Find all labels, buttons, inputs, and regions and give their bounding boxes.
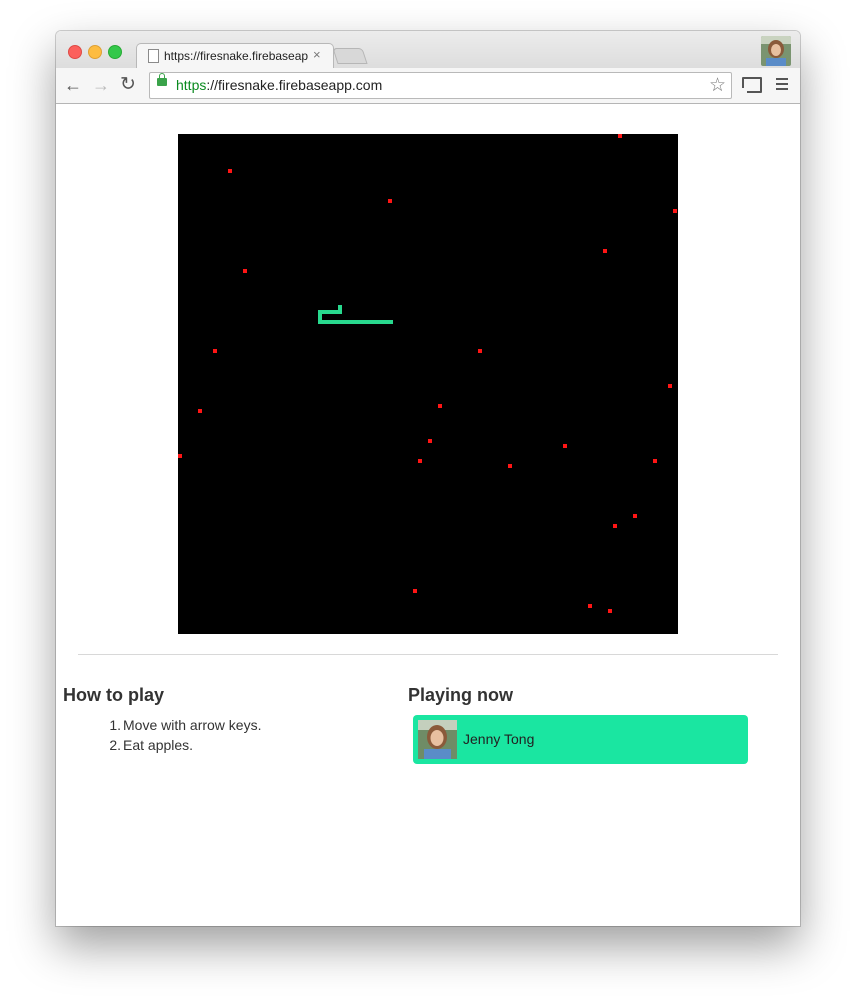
- page-content: How to play 1. Move with arrow keys. 2. …: [56, 104, 800, 926]
- profile-avatar[interactable]: [761, 36, 791, 66]
- url-host: ://firesnake.firebaseapp.com: [206, 77, 383, 93]
- instruction-number: 1.: [109, 717, 121, 733]
- apple: [243, 269, 247, 273]
- player-name: Jenny Tong: [463, 731, 535, 747]
- instructions-list: 1. Move with arrow keys. 2. Eat apples.: [109, 717, 262, 757]
- player-card: Jenny Tong: [413, 715, 748, 764]
- apple: [618, 134, 622, 138]
- instruction-item: 1. Move with arrow keys.: [109, 717, 262, 737]
- snake-body: [318, 320, 393, 324]
- how-to-play-heading: How to play: [63, 685, 165, 705]
- bookmark-star-icon[interactable]: ☆: [709, 74, 726, 97]
- playing-now-heading: Playing now: [408, 685, 514, 705]
- apple: [608, 609, 612, 613]
- forward-arrow-icon[interactable]: →: [92, 75, 110, 95]
- window-close-button[interactable]: [68, 45, 82, 59]
- page-icon: [148, 49, 159, 63]
- apple: [438, 404, 442, 408]
- address-bar[interactable]: https://firesnake.firebaseapp.com ☆: [149, 72, 732, 99]
- url-scheme: https: [176, 77, 207, 93]
- lock-icon: [157, 73, 167, 86]
- tab-title: https://firesnake.firebaseap: [164, 49, 309, 63]
- apple: [213, 349, 217, 353]
- menu-icon[interactable]: [776, 78, 788, 93]
- instruction-text: Eat apples.: [123, 737, 194, 753]
- url-text[interactable]: https://firesnake.firebaseapp.com: [176, 77, 382, 93]
- player-avatar: [418, 720, 457, 759]
- game-board[interactable]: [178, 134, 678, 634]
- apple: [418, 459, 422, 463]
- title-bar: https://firesnake.firebaseap ×: [56, 31, 800, 69]
- tab-close-icon[interactable]: ×: [313, 47, 321, 62]
- reload-icon[interactable]: ↻: [120, 75, 136, 95]
- snake-head: [338, 305, 342, 313]
- instruction-number: 2.: [109, 737, 121, 753]
- browser-toolbar: ← → ↻ https://firesnake.firebaseapp.com …: [56, 68, 800, 104]
- apple: [563, 444, 567, 448]
- apple: [388, 199, 392, 203]
- apple: [673, 209, 677, 213]
- apple: [413, 589, 417, 593]
- instruction-text: Move with arrow keys.: [123, 717, 262, 733]
- window-minimize-button[interactable]: [88, 45, 102, 59]
- apple: [228, 169, 232, 173]
- cast-icon[interactable]: [741, 77, 762, 94]
- apple: [603, 249, 607, 253]
- browser-window: https://firesnake.firebaseap × ← → ↻ htt…: [56, 31, 800, 926]
- new-tab-button[interactable]: [332, 48, 368, 64]
- instruction-item: 2. Eat apples.: [109, 737, 261, 757]
- apple: [588, 604, 592, 608]
- back-arrow-icon[interactable]: ←: [64, 75, 82, 95]
- apple: [508, 464, 512, 468]
- apple: [653, 459, 657, 463]
- divider: [78, 654, 778, 655]
- apple: [668, 384, 672, 388]
- apple: [198, 409, 202, 413]
- apple: [178, 454, 182, 458]
- apple: [633, 514, 637, 518]
- apple: [613, 524, 617, 528]
- browser-tab[interactable]: https://firesnake.firebaseap ×: [136, 43, 334, 69]
- apple: [428, 439, 432, 443]
- apple: [478, 349, 482, 353]
- window-maximize-button[interactable]: [108, 45, 122, 59]
